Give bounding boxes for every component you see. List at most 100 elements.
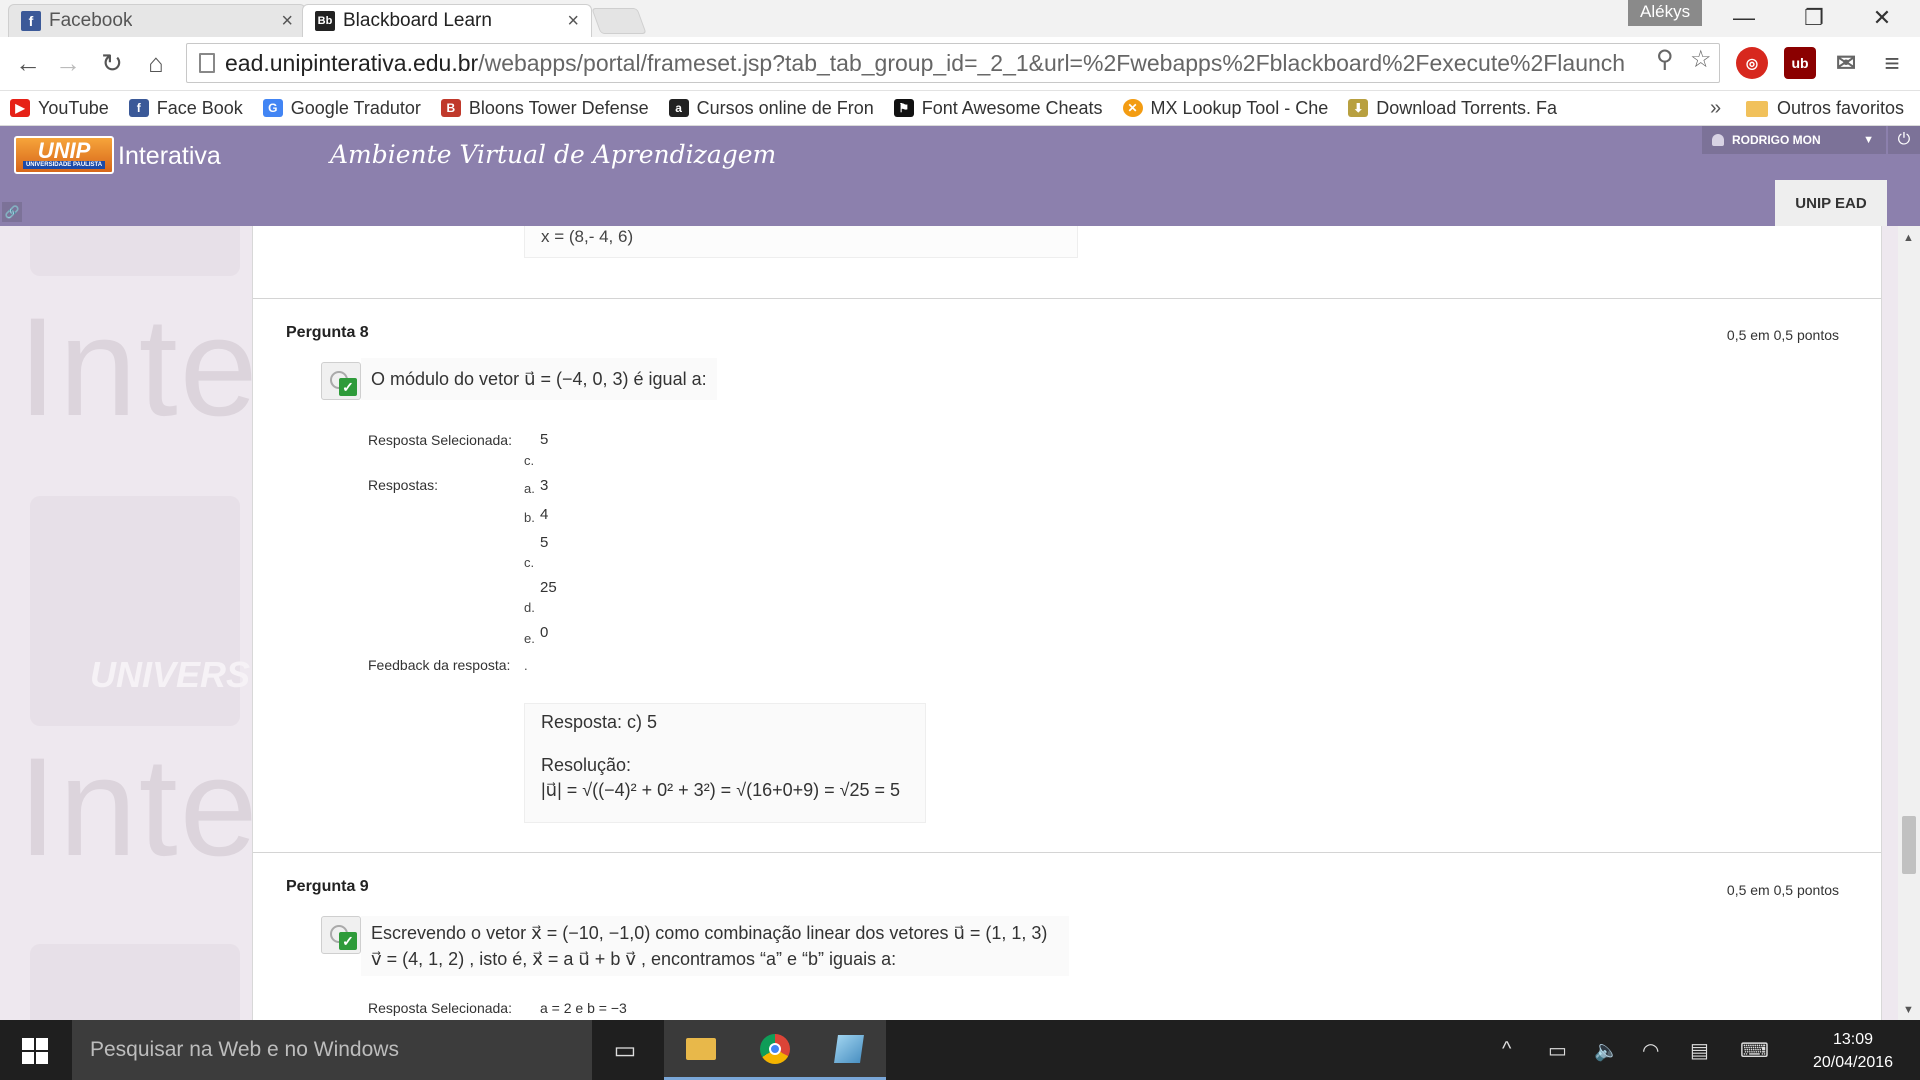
site-tagline: Ambiente Virtual de Aprendizagem xyxy=(330,140,777,169)
bookmark-label: Outros favoritos xyxy=(1777,98,1905,118)
address-bar[interactable]: ead.unipinterativa.edu.br/webapps/portal… xyxy=(186,43,1720,83)
task-view-icon[interactable]: ▭ xyxy=(588,1020,662,1080)
divider xyxy=(253,852,1881,853)
bookmark-youtube[interactable]: ▶ YouTube xyxy=(0,98,119,119)
watermark-text: Inte xyxy=(18,728,260,885)
logout-icon[interactable]: ⏻ xyxy=(1888,126,1920,154)
bookmark-label: Bloons Tower Defense xyxy=(468,97,649,118)
clock-date: 20/04/2016 xyxy=(1812,1054,1894,1071)
logo-subtext: UNIVERSIDADE PAULISTA xyxy=(22,161,106,169)
question-text: O módulo do vetor u⃗ = (−4, 0, 3) é igua… xyxy=(361,358,717,400)
bookmark-font-awesome[interactable]: ⚑ Font Awesome Cheats xyxy=(884,98,1113,119)
answer-letter: d. xyxy=(524,600,535,615)
answer-value: 4 xyxy=(540,506,549,523)
notifications-icon[interactable]: ▤ xyxy=(1690,1038,1709,1063)
bookmark-mx-lookup[interactable]: ✕ MX Lookup Tool - Che xyxy=(1113,98,1339,119)
search-icon[interactable]: ⚲ xyxy=(1656,45,1674,74)
selected-answer-letter: c. xyxy=(524,453,535,468)
minimize-icon[interactable]: — xyxy=(1714,2,1774,34)
notepad-app-icon[interactable] xyxy=(812,1020,886,1080)
windows-start-icon[interactable] xyxy=(22,1038,48,1064)
tab-facebook[interactable]: f Facebook × xyxy=(8,4,306,37)
answer-letter: a. xyxy=(524,481,535,496)
close-window-icon[interactable]: ✕ xyxy=(1852,2,1912,34)
bookmark-star-icon[interactable]: ☆ xyxy=(1690,45,1712,74)
close-tab-icon[interactable]: × xyxy=(281,10,293,33)
extension-icon[interactable]: ◎ xyxy=(1736,47,1768,79)
youtube-icon: ▶ xyxy=(10,99,30,117)
restore-icon[interactable]: ❐ xyxy=(1784,2,1844,34)
unip-logo[interactable]: UNIP UNIVERSIDADE PAULISTA xyxy=(14,136,114,174)
question-points: 0,5 em 0,5 pontos xyxy=(1726,882,1839,898)
volume-icon[interactable]: 🔈 xyxy=(1594,1038,1619,1063)
tab-unip-ead[interactable]: UNIP EAD xyxy=(1775,180,1887,226)
bookmark-cursos[interactable]: a Cursos online de Fron xyxy=(659,98,884,119)
scroll-down-icon[interactable]: ▼ xyxy=(1903,1004,1914,1016)
tab-label: Facebook xyxy=(49,10,133,31)
taskbar-search[interactable]: Pesquisar na Web e no Windows xyxy=(72,1020,592,1080)
previous-question-fragment: x = (8,- 4, 6) xyxy=(524,226,1078,258)
correct-answer-icon: ✓ xyxy=(321,362,361,400)
link-icon[interactable]: 🔗 xyxy=(2,202,22,222)
file-explorer-icon[interactable] xyxy=(664,1020,738,1080)
chrome-icon[interactable] xyxy=(738,1020,812,1080)
ublock-icon[interactable]: ub xyxy=(1784,47,1816,79)
profile-button[interactable]: Alékys xyxy=(1628,0,1703,26)
selected-answer-label: Resposta Selecionada: xyxy=(368,1000,512,1016)
feedback-answer: Resposta: c) 5 xyxy=(541,712,658,732)
selected-answer-value: a = 2 e b = −3 xyxy=(540,1000,627,1016)
feedback-marker: . xyxy=(524,658,528,673)
bookmark-other-folder[interactable]: Outros favoritos xyxy=(1746,91,1904,126)
blackboard-favicon-icon: Bb xyxy=(315,11,335,31)
reload-icon[interactable]: ↻ xyxy=(94,45,130,81)
logo-text: UNIP xyxy=(37,138,91,163)
tab-blackboard[interactable]: Bb Blackboard Learn × xyxy=(302,4,592,37)
check-icon: ✓ xyxy=(339,378,357,396)
bookmark-bloons[interactable]: B Bloons Tower Defense xyxy=(431,98,659,119)
feedback-math: |u⃗| = √((−4)² + 0² + 3²) = √(16+0+9) = … xyxy=(541,780,901,800)
bookmark-label: MX Lookup Tool - Che xyxy=(1150,97,1329,118)
bookmark-label: Cursos online de Fron xyxy=(696,97,874,118)
wifi-icon[interactable]: ◠ xyxy=(1642,1038,1659,1063)
bookmark-label: Face Book xyxy=(156,97,243,118)
windows-taskbar: Pesquisar na Web e no Windows ▭ ^ ▭ 🔈 ◠ … xyxy=(0,1020,1920,1080)
close-tab-icon[interactable]: × xyxy=(567,10,579,33)
scrollbar-thumb[interactable] xyxy=(1902,816,1916,874)
answer-letter: c. xyxy=(524,555,535,570)
google-translate-icon: G xyxy=(262,99,283,117)
question-points: 0,5 em 0,5 pontos xyxy=(1726,327,1839,343)
keyboard-icon[interactable]: ⌨ xyxy=(1740,1038,1769,1063)
new-tab-button[interactable] xyxy=(591,8,647,34)
home-icon[interactable]: ⌂ xyxy=(138,45,174,81)
answer-value: 25 xyxy=(540,579,557,596)
answer-letter: e. xyxy=(524,631,535,646)
watermark-card xyxy=(30,944,240,1020)
back-icon[interactable]: ← xyxy=(10,45,46,81)
page-scrollbar[interactable]: ▲ ▼ xyxy=(1898,226,1920,1020)
bookmark-facebook[interactable]: f Face Book xyxy=(119,98,253,119)
scroll-up-icon[interactable]: ▲ xyxy=(1903,232,1914,244)
forward-icon[interactable]: → xyxy=(50,45,86,81)
page-background: Inte UNIVERS Inte x = (8,- 4, 6) Pergunt… xyxy=(0,226,1920,1020)
bookmark-torrents[interactable]: ⬇ Download Torrents. Fa xyxy=(1338,98,1567,119)
answer-letter: b. xyxy=(524,510,535,525)
bookmark-label: Font Awesome Cheats xyxy=(921,97,1103,118)
question-text: Escrevendo o vetor x⃗ = (−10, −1,0) como… xyxy=(361,916,1069,976)
selected-answer-value: 5 xyxy=(540,431,549,448)
selected-answer-label: Resposta Selecionada: xyxy=(368,432,512,448)
taskbar-clock[interactable]: 13:09 20/04/2016 xyxy=(1798,1028,1908,1074)
mail-icon[interactable]: ✉ xyxy=(1830,47,1862,79)
bookmark-google-tradutor[interactable]: G Google Tradutor xyxy=(253,98,431,119)
chevron-down-icon: ▼ xyxy=(1863,134,1874,146)
bloons-icon: B xyxy=(440,99,461,117)
menu-icon[interactable]: ≡ xyxy=(1876,47,1908,79)
question-text-line: Escrevendo o vetor x⃗ = (−10, −1,0) como… xyxy=(371,923,1048,943)
test-review-content: x = (8,- 4, 6) Pergunta 8 0,5 em 0,5 pon… xyxy=(252,226,1882,1020)
clock-time: 13:09 xyxy=(1832,1031,1874,1048)
watermark-card-text: UNIVERS xyxy=(90,654,251,695)
answers-label: Respostas: xyxy=(368,477,439,493)
battery-icon[interactable]: ▭ xyxy=(1548,1038,1567,1063)
tray-expand-icon[interactable]: ^ xyxy=(1502,1038,1511,1061)
user-menu[interactable]: RODRIGO MON ▼ xyxy=(1702,126,1886,154)
bookmarks-overflow-icon[interactable]: » xyxy=(1710,97,1721,120)
